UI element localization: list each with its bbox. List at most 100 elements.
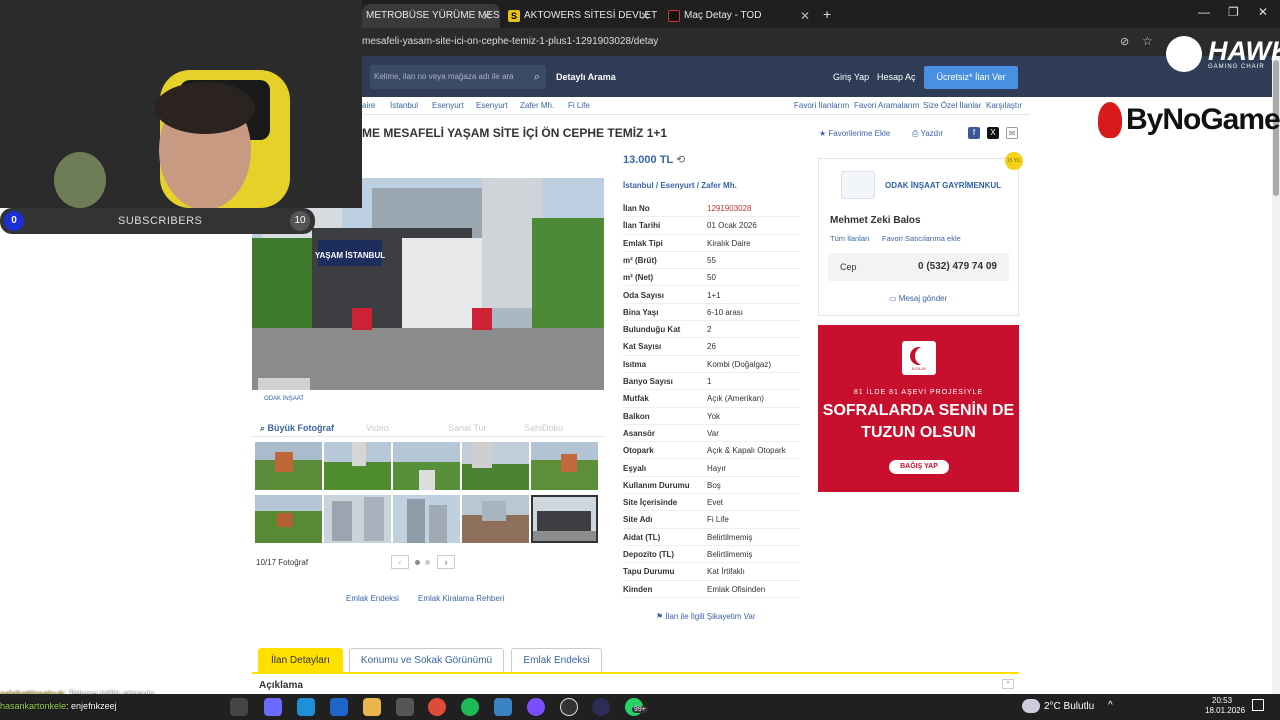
store-icon[interactable]	[330, 698, 348, 716]
prev-photos-button[interactable]: ‹	[391, 555, 409, 569]
tab-emlak-endeksi[interactable]: Emlak Endeksi	[511, 648, 602, 672]
print-link[interactable]: ⎙ Yazdır	[912, 129, 943, 139]
browser-tab-1[interactable]: METROBÜSE YÜRÜME MESAFE ✕	[362, 4, 500, 28]
detail-value: Kat İrtifaklı	[707, 567, 745, 577]
detail-key: Kullanım Durumu	[623, 480, 690, 490]
detail-key: Bina Yaşı	[623, 307, 659, 317]
clock-time[interactable]: 20:53	[1212, 696, 1232, 705]
email-icon[interactable]: ✉	[1006, 127, 1018, 139]
close-tab-icon[interactable]: ✕	[800, 4, 810, 28]
breadcrumb-item[interactable]: Zafer Mh.	[520, 101, 554, 110]
phone-number[interactable]: 0 (532) 479 74 09	[918, 261, 997, 272]
close-tab-icon[interactable]: ✕	[482, 4, 492, 28]
search-input[interactable]: Kelime, ilan no veya mağaza adı ile ara …	[370, 65, 546, 89]
owner-button[interactable]: SahiDoku	[524, 423, 563, 433]
explorer-icon[interactable]	[363, 698, 381, 716]
chevron-up-icon[interactable]: ^	[1108, 700, 1113, 711]
location-city[interactable]: İstanbul	[623, 181, 654, 190]
thumbnail[interactable]	[393, 442, 460, 490]
big-photo-button[interactable]: ⌕ Büyük Fotoğraf	[260, 423, 334, 434]
url-field[interactable]: mesafeli-yasam-site-ici-on-cephe-temiz-1…	[362, 34, 1062, 50]
add-favorites-link[interactable]: ★ Favorilerime Ekle	[819, 129, 890, 138]
donate-button[interactable]: BAĞIŞ YAP	[889, 460, 949, 474]
thumbnail[interactable]	[531, 442, 598, 490]
thumbnail[interactable]	[393, 495, 460, 543]
breadcrumb-item[interactable]: Esenyurt	[432, 101, 464, 110]
chrome-icon[interactable]	[428, 698, 446, 716]
detail-row: m² (Brüt) 55	[623, 252, 800, 270]
fav-listings-link[interactable]: Favori İlanlarım	[794, 101, 849, 110]
detail-row: Emlak Tipi Kiralık Daire	[623, 235, 800, 252]
clock-date[interactable]: 18.01.2026	[1205, 706, 1245, 715]
location-neighborhood[interactable]: Zafer Mh.	[701, 181, 737, 190]
company-name[interactable]: ODAK İNŞAAT GAYRİMENKUL	[885, 181, 1001, 190]
next-photos-button[interactable]: ›	[437, 555, 455, 569]
tab-location[interactable]: Konumu ve Sokak Görünümü	[349, 648, 504, 672]
restore-button[interactable]: ❐	[1228, 5, 1239, 19]
detail-key: m² (Brüt)	[623, 255, 657, 265]
close-tab-icon[interactable]: ✕	[640, 4, 650, 28]
phone-label: Cep	[840, 262, 857, 272]
eye-off-icon[interactable]: ⊘	[1120, 35, 1129, 48]
browser-tab-3[interactable]: Maç Detay - TOD ✕	[662, 4, 818, 28]
detail-value: 1+1	[707, 290, 721, 300]
compare-link[interactable]: Karşılaştır	[986, 101, 1022, 110]
app-icon[interactable]	[592, 698, 610, 716]
detail-key: Asansör	[623, 428, 656, 438]
collapse-icon[interactable]: ^	[1002, 679, 1014, 689]
thumbnail[interactable]	[462, 442, 529, 490]
minimize-button[interactable]: —	[1198, 5, 1210, 19]
notification-icon[interactable]	[1252, 699, 1264, 711]
edge-icon[interactable]	[297, 698, 315, 716]
new-tab-button[interactable]: +	[823, 6, 831, 22]
copilot-icon[interactable]	[264, 698, 282, 716]
rental-guide-link[interactable]: Emlak Kiralama Rehberi	[418, 594, 504, 603]
browser-tab-2[interactable]: S AKTOWERS SİTESİ DEVLET HAS ✕	[502, 4, 658, 28]
thumbnail[interactable]	[324, 495, 391, 543]
special-listings-link[interactable]: Size Özel İlanlar	[923, 101, 981, 110]
send-message-link[interactable]: ▭ Mesaj gönder	[889, 294, 947, 303]
obs-icon[interactable]	[560, 698, 578, 716]
task-view-icon[interactable]	[230, 698, 248, 716]
fav-searches-link[interactable]: Favori Aramalarım	[854, 101, 919, 110]
history-icon[interactable]: ⟲	[676, 154, 685, 166]
detail-key: m² (Net)	[623, 273, 654, 283]
detail-key: Tapu Durumu	[623, 567, 675, 577]
emlak-endeksi-link[interactable]: Emlak Endeksi	[346, 594, 399, 603]
kizilay-ad[interactable]: KIZILAY 81 İLDE 81 AŞEVİ PROJESİYLE SOFR…	[818, 325, 1019, 492]
page-scrollbar[interactable]	[1272, 56, 1280, 694]
app-icon[interactable]	[527, 698, 545, 716]
thumbnail[interactable]	[255, 495, 322, 543]
free-listing-button[interactable]: Ücretsiz* İlan Ver	[924, 66, 1018, 89]
register-link[interactable]: Hesap Aç	[877, 72, 916, 82]
breadcrumb-item[interactable]: Esenyurt	[476, 101, 508, 110]
thumbnail-selected[interactable]	[531, 495, 598, 543]
spotify-icon[interactable]	[461, 698, 479, 716]
weather-text[interactable]: 2°C Bulutlu	[1044, 701, 1094, 712]
complaint-link[interactable]: ⚑ İlan ile İlgili Şikayetim Var	[656, 612, 756, 621]
login-link[interactable]: Giriş Yap	[833, 72, 869, 82]
detail-row: Oda Sayısı 1+1	[623, 287, 800, 304]
virtual-tour-button[interactable]: Sanal Tur	[448, 423, 487, 433]
x-twitter-icon[interactable]: X	[987, 127, 999, 139]
detailed-search-link[interactable]: Detaylı Arama	[556, 72, 616, 82]
thumbnail[interactable]	[255, 442, 322, 490]
thumbnail[interactable]	[462, 495, 529, 543]
add-fav-seller-link[interactable]: Favori Satıcılarıma ekle	[882, 234, 961, 243]
facebook-icon[interactable]: f	[968, 127, 980, 139]
thumbnail[interactable]	[324, 442, 391, 490]
close-window-button[interactable]: ✕	[1258, 5, 1268, 19]
breadcrumb-item[interactable]: aire	[362, 101, 375, 110]
hawk-logo-icon	[1166, 36, 1202, 72]
price-value: 13.000 TL	[623, 154, 673, 166]
search-icon[interactable]: ⌕	[534, 65, 540, 89]
tab-listing-details[interactable]: İlan Detayları	[258, 648, 343, 672]
app-icon[interactable]	[396, 698, 414, 716]
star-icon[interactable]: ☆	[1142, 34, 1153, 48]
video-button[interactable]: Video	[366, 423, 389, 433]
all-listings-link[interactable]: Tüm İlanları	[830, 234, 870, 243]
app-icon[interactable]	[494, 698, 512, 716]
location-district[interactable]: Esenyurt	[660, 181, 694, 190]
breadcrumb-item[interactable]: Fi Life	[568, 101, 590, 110]
breadcrumb-item[interactable]: İstanbul	[390, 101, 418, 110]
